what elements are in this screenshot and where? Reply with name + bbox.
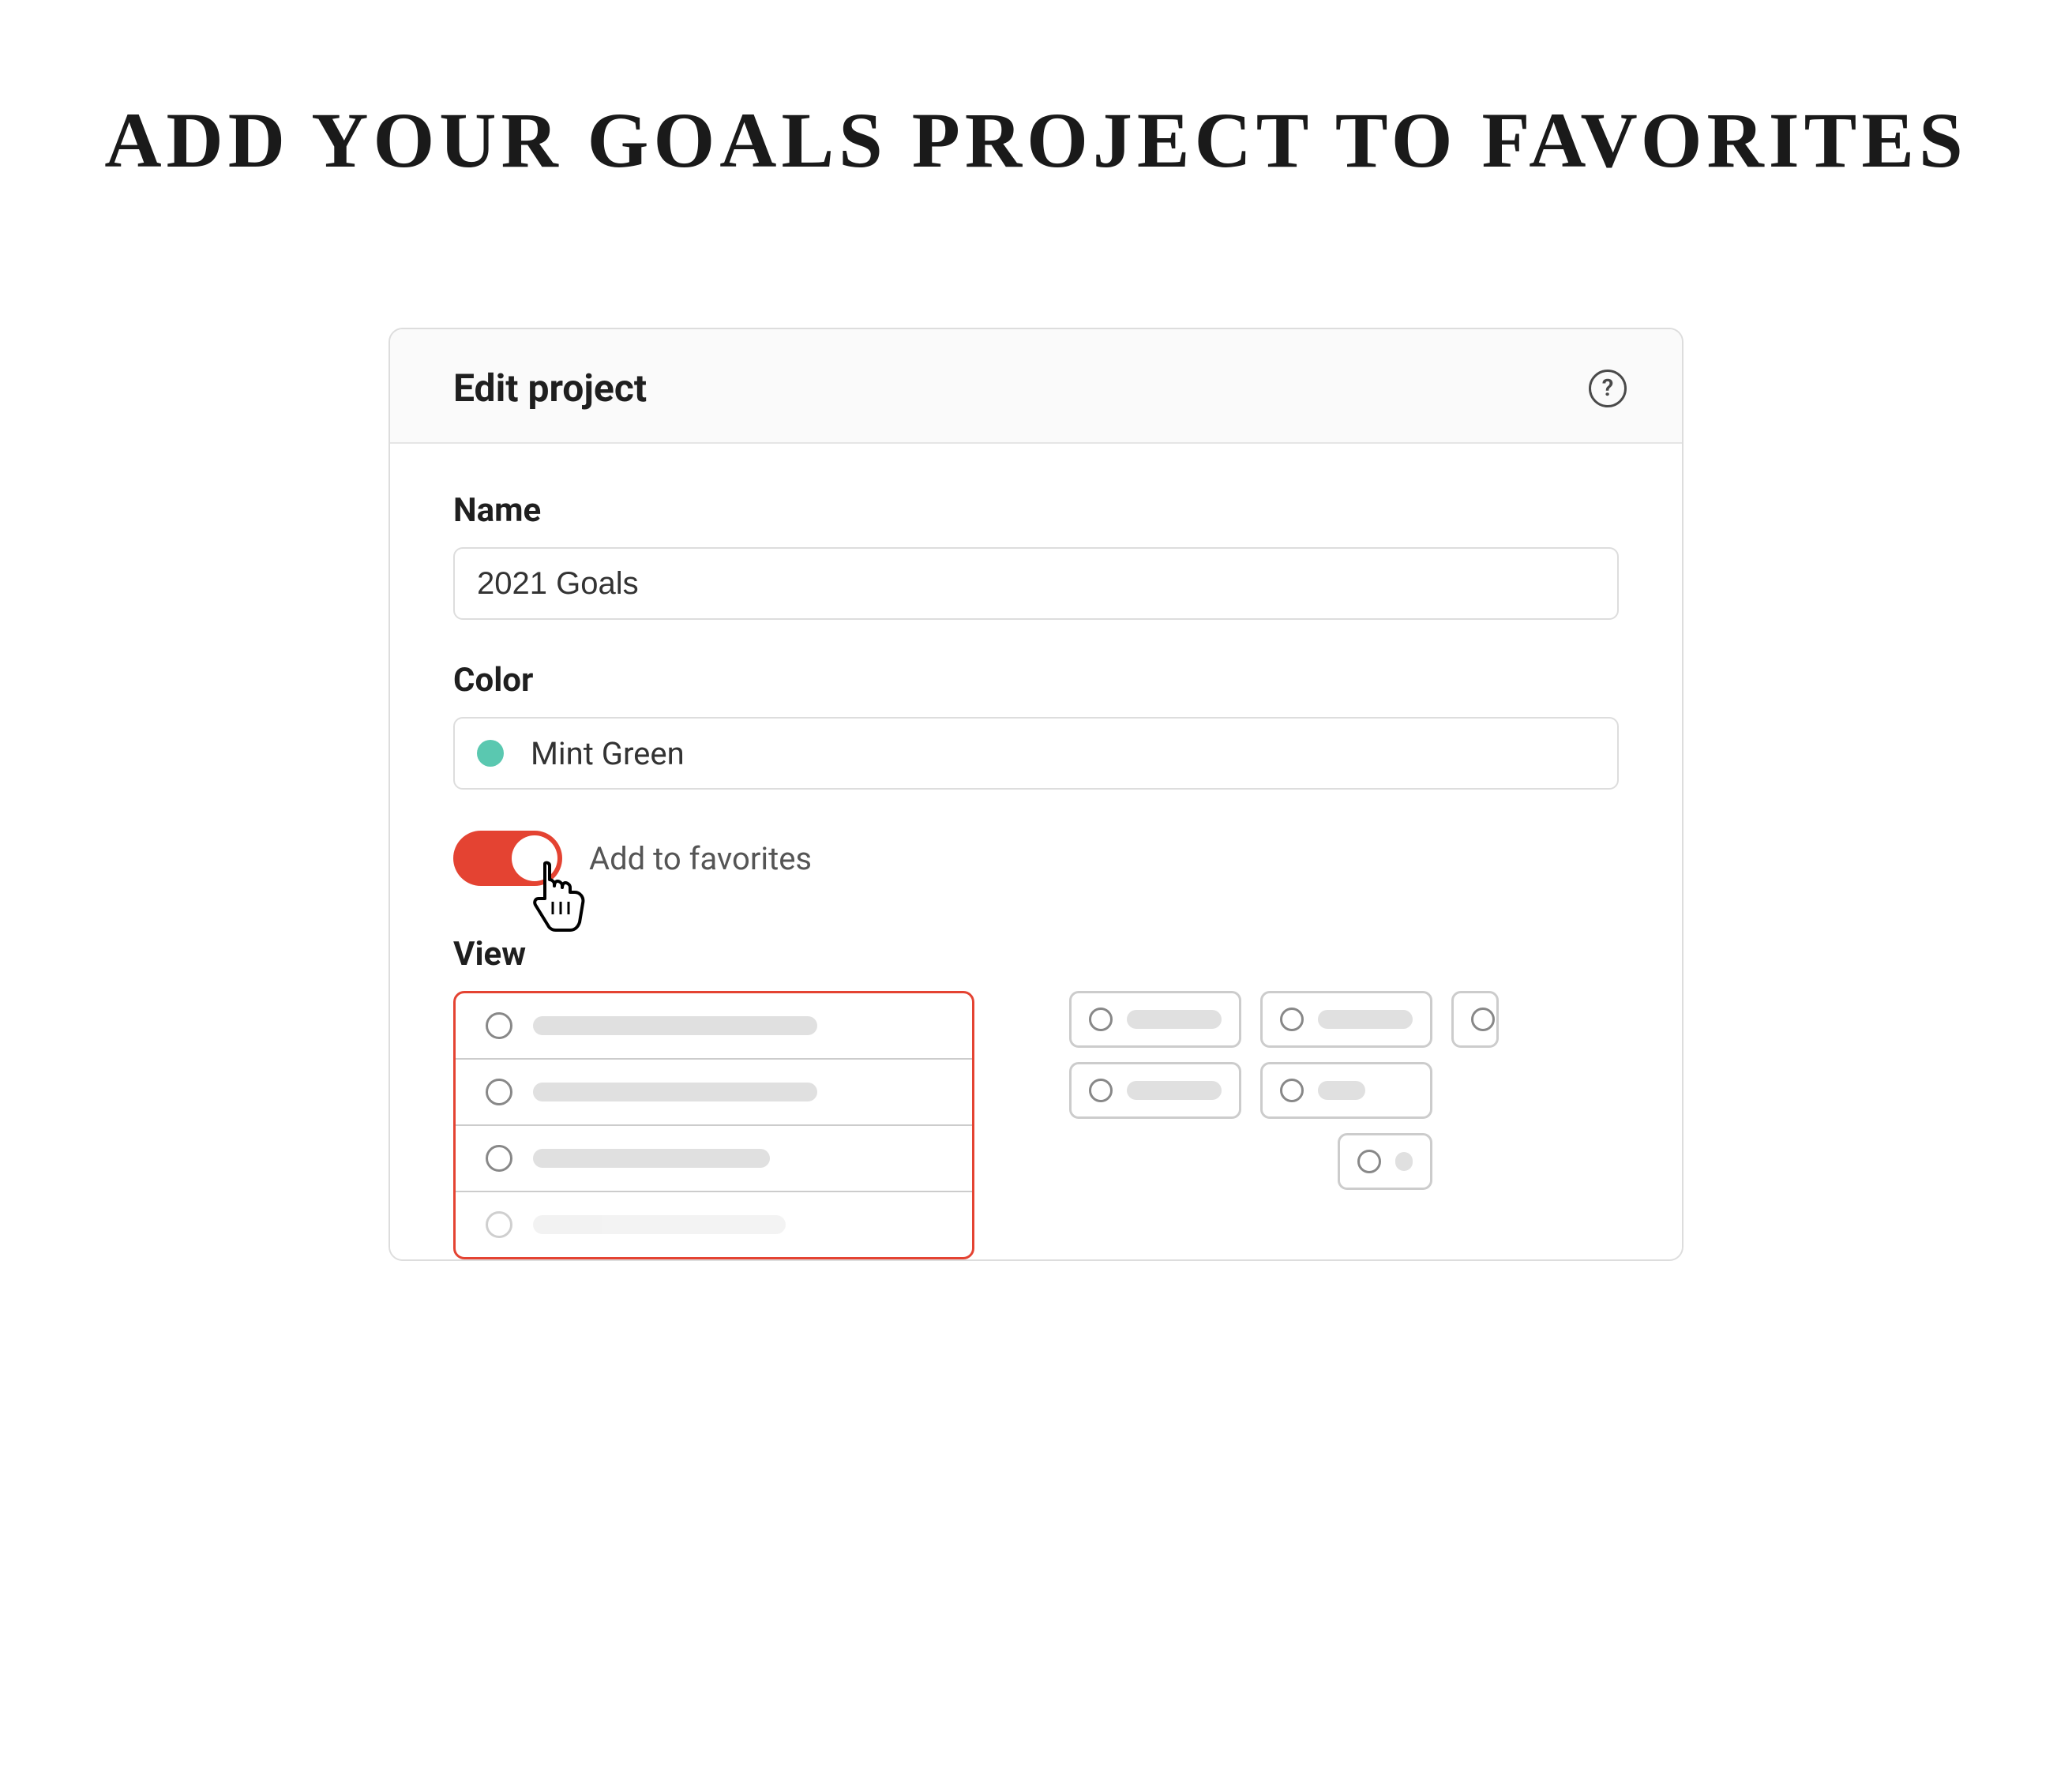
board-column [1069, 991, 1241, 1259]
view-label: View [453, 935, 1619, 974]
view-option-board[interactable] [1069, 991, 1499, 1259]
circle-icon [1089, 1079, 1113, 1102]
placeholder-bar [1318, 1010, 1413, 1029]
view-option-list[interactable] [453, 991, 974, 1259]
project-name-input[interactable] [453, 547, 1619, 620]
dialog-header: Edit project ? [390, 329, 1682, 444]
view-options [453, 991, 1619, 1259]
list-row [456, 1126, 972, 1192]
color-field-group: Color Mint Green [453, 661, 1619, 790]
circle-icon [486, 1012, 512, 1039]
circle-icon [486, 1145, 512, 1172]
favorites-toggle-label: Add to favorites [589, 840, 812, 877]
circle-icon [1280, 1079, 1304, 1102]
board-card [1338, 1133, 1432, 1190]
circle-icon [1089, 1008, 1113, 1031]
placeholder-bar [1127, 1081, 1222, 1100]
circle-icon [1357, 1150, 1381, 1173]
placeholder-bar [1318, 1081, 1365, 1100]
favorites-toggle-row: Add to favorites [453, 831, 1619, 886]
placeholder-bar [533, 1083, 817, 1101]
placeholder-bar [1127, 1010, 1222, 1029]
page-heading: ADD YOUR GOALS PROJECT TO FAVORITES [63, 95, 2009, 186]
placeholder-bar [533, 1016, 817, 1035]
toggle-knob [512, 835, 557, 881]
board-card [1069, 991, 1241, 1048]
color-swatch-icon [477, 740, 504, 767]
color-select[interactable]: Mint Green [453, 717, 1619, 790]
board-column [1260, 991, 1432, 1259]
board-card [1260, 991, 1432, 1048]
list-row [456, 1192, 972, 1257]
board-card [1069, 1062, 1241, 1119]
circle-icon [486, 1211, 512, 1238]
board-card [1451, 991, 1499, 1048]
list-row [456, 993, 972, 1060]
circle-icon [1471, 1008, 1495, 1031]
board-column [1451, 991, 1499, 1259]
dialog-title: Edit project [453, 366, 647, 411]
name-label: Name [453, 491, 1619, 530]
color-label: Color [453, 661, 1619, 700]
help-icon[interactable]: ? [1589, 370, 1627, 407]
favorites-toggle[interactable] [453, 831, 562, 886]
placeholder-bar [533, 1149, 770, 1168]
board-card [1260, 1062, 1432, 1119]
placeholder-bar [1395, 1152, 1413, 1171]
placeholder-bar [533, 1215, 786, 1234]
circle-icon [1280, 1008, 1304, 1031]
name-field-group: Name [453, 491, 1619, 620]
dialog-body: Name Color Mint Green Add to favorites V… [390, 444, 1682, 1259]
color-name: Mint Green [531, 735, 685, 772]
circle-icon [486, 1079, 512, 1105]
edit-project-dialog: Edit project ? Name Color Mint Green Add… [388, 328, 1684, 1261]
list-row [456, 1060, 972, 1126]
